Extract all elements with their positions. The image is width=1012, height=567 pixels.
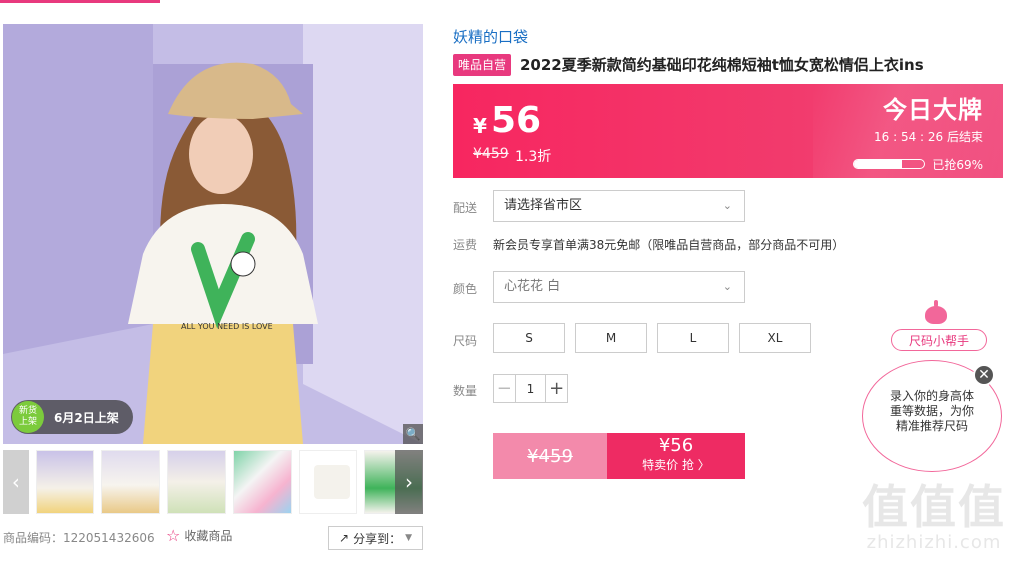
quantity-value[interactable]: 1 bbox=[516, 375, 546, 402]
original-price: ¥459 bbox=[473, 146, 509, 162]
watermark: 值值值 zhizhizhi.com bbox=[862, 482, 1006, 553]
helper-line-2: 重等数据，为你 bbox=[889, 404, 974, 418]
new-arrival-date: 6月2日上架 bbox=[54, 410, 119, 425]
decrease-button[interactable]: − bbox=[494, 375, 516, 402]
region-select[interactable]: 请选择省市区 ⌄ bbox=[493, 190, 745, 222]
size-label: 尺码 bbox=[453, 334, 478, 348]
increase-button[interactable]: + bbox=[545, 375, 567, 402]
shipping-policy: 新会员专享首单满38元免邮（限唯品自营商品，部分商品不可用） bbox=[493, 238, 845, 252]
new-arrival-badge: 新货 上架 6月2日上架 bbox=[11, 400, 133, 434]
currency-symbol: ¥ bbox=[473, 114, 487, 138]
chevron-down-icon: ▼ bbox=[405, 533, 412, 543]
size-option-s[interactable]: S bbox=[493, 323, 565, 353]
watermark-logo: 值值值 bbox=[862, 480, 1006, 534]
chevron-down-icon: ⌄ bbox=[722, 280, 732, 293]
sold-progress-fill bbox=[854, 160, 903, 168]
buy-now-button[interactable]: ¥56 特卖价 抢 〉 bbox=[607, 433, 745, 479]
favorite-button[interactable]: ☆ 收藏商品 bbox=[166, 526, 232, 545]
favorite-label: 收藏商品 bbox=[184, 529, 233, 543]
tshirt-print-text: ALL YOU NEED IS LOVE bbox=[181, 322, 273, 331]
chevron-down-icon: ⌄ bbox=[722, 199, 732, 212]
buy-price: ¥56 bbox=[658, 435, 694, 456]
promo-title: 今日大牌 bbox=[883, 96, 983, 124]
self-operated-tag: 唯品自营 bbox=[453, 54, 512, 76]
product-title: 2022夏季新款简约基础印花纯棉短袖t恤女宽松情侣上衣ins bbox=[520, 56, 924, 74]
share-label: 分享到： bbox=[353, 531, 402, 546]
chevron-left-icon[interactable]: ‹ bbox=[3, 450, 29, 514]
helper-line-1: 录入你的身高体 bbox=[889, 389, 974, 403]
thumbnail-5[interactable] bbox=[298, 450, 358, 514]
thumbnail-3[interactable] bbox=[167, 450, 226, 514]
product-photo: ALL YOU NEED IS LOVE bbox=[3, 24, 423, 444]
brand-link[interactable]: 妖精的口袋 bbox=[453, 26, 528, 47]
main-product-image[interactable]: ALL YOU NEED IS LOVE 新货 上架 6月2日上架 🔍 bbox=[3, 24, 423, 444]
search-icon[interactable]: 🔍 bbox=[403, 424, 423, 444]
chevron-right-icon[interactable]: › bbox=[395, 450, 423, 514]
star-icon: ☆ bbox=[166, 526, 181, 545]
buy-original-price[interactable]: ¥459 bbox=[493, 433, 607, 479]
mascot-icon bbox=[925, 300, 947, 324]
close-icon[interactable]: ✕ bbox=[973, 364, 995, 386]
delivery-label: 配送 bbox=[453, 201, 478, 215]
thumbnail-1[interactable] bbox=[35, 450, 95, 514]
share-icon: ↗ bbox=[339, 531, 350, 545]
new-arrival-circle: 新货 上架 bbox=[12, 401, 44, 433]
size-helper-button[interactable]: 尺码小帮手 bbox=[891, 329, 987, 351]
quantity-label: 数量 bbox=[453, 384, 478, 398]
region-placeholder: 请选择省市区 bbox=[504, 198, 583, 213]
color-selected: 心花花 白 bbox=[504, 279, 561, 294]
current-price: 56 bbox=[491, 100, 542, 141]
share-button[interactable]: ↗ 分享到： ▼ bbox=[328, 526, 423, 550]
product-code: 商品编码：122051432606 bbox=[3, 531, 155, 545]
sold-progress-bar bbox=[853, 159, 925, 169]
buy-action-label: 特卖价 抢 〉 bbox=[642, 458, 710, 472]
helper-line-3: 精准推荐尺码 bbox=[895, 419, 968, 433]
thumbnail-2[interactable] bbox=[101, 450, 161, 514]
sold-percentage: 已抢69% bbox=[932, 158, 983, 172]
countdown-timer: 16 : 54 : 26 后结束 bbox=[874, 130, 983, 144]
color-select[interactable]: 心花花 白 ⌄ bbox=[493, 271, 745, 303]
shipping-label: 运费 bbox=[453, 238, 478, 252]
size-option-l[interactable]: L bbox=[657, 323, 729, 353]
thumbnail-4[interactable] bbox=[232, 450, 292, 514]
color-label: 颜色 bbox=[453, 282, 478, 296]
size-option-m[interactable]: M bbox=[575, 323, 647, 353]
thumbnail-strip: ‹ › bbox=[3, 450, 424, 514]
price-banner: ¥ 56 ¥459 1.3折 今日大牌 16 : 54 : 26 后结束 已抢6… bbox=[453, 84, 1003, 178]
quantity-stepper: − 1 + bbox=[493, 374, 568, 403]
top-accent-bar bbox=[0, 0, 160, 3]
discount-label: 1.3折 bbox=[515, 149, 552, 165]
watermark-url: zhizhizhi.com bbox=[866, 532, 1002, 553]
size-option-xl[interactable]: XL bbox=[739, 323, 811, 353]
